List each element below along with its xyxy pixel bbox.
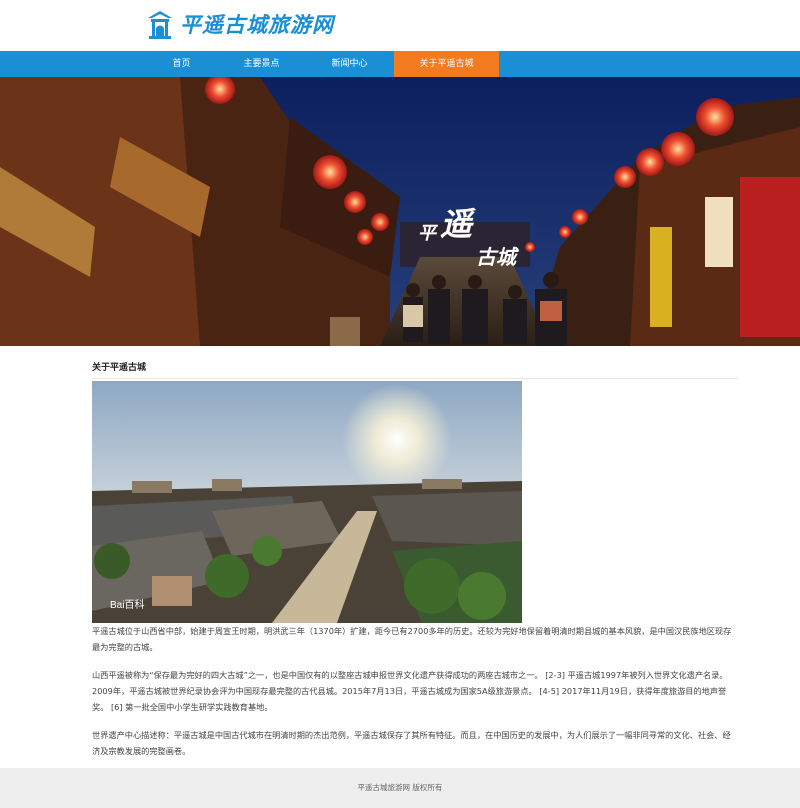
hero-banner: 平 遥 古城 [0,77,800,346]
nav-about[interactable]: 关于平遥古城 [394,51,499,77]
paragraph-description: 世界遗产中心描述称：平遥古城是中国古代城市在明清时期的杰出范例，平遥古城保存了其… [92,730,731,756]
paragraph-intro: 平遥古城位于山西省中部，始建于周宣王时期，明洪武三年（1370年）扩建，距今已有… [92,626,732,652]
photo-watermark: Bai百科 [110,598,144,611]
ancient-street-night-image [0,77,800,346]
paragraph-heritage: 山西平遥被称为“保存最为完好的四大古城”之一，也是中国仅有的以整座古城申报世界文… [92,670,728,712]
pagoda-logo-icon [148,11,172,39]
section-title: 关于平遥古城 [92,360,738,379]
copyright-text: 平遥古城旅游网 版权所有 [357,783,443,792]
site-name: 平遥古城旅游网 [180,12,334,37]
city-photo: Bai百科 [92,381,522,623]
about-section: 关于平遥古城 Bai百科 平遥古城位于山西省中部，始建于周宣王时期，明洪武三年（… [92,360,738,759]
nav-news[interactable]: 新闻中心 [297,51,402,77]
site-header: 平遥古城旅游网 [0,0,800,51]
site-logo[interactable]: 平遥古城旅游网 [146,9,334,39]
site-footer: 平遥古城旅游网 版权所有 [0,768,800,808]
aerial-old-town-image: Bai百科 [92,381,522,623]
main-nav: 首页 主要景点 新闻中心 关于平遥古城 [0,51,800,77]
